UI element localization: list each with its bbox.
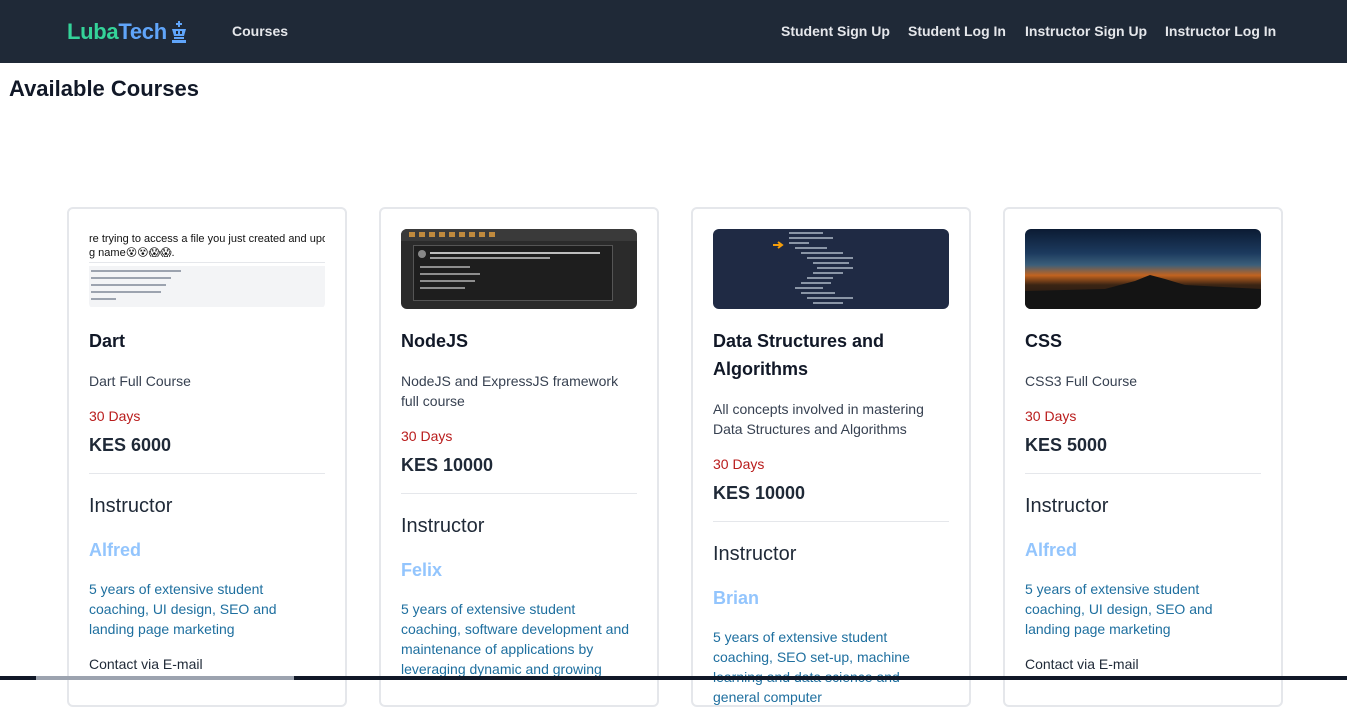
brand-logo[interactable]: Luba Tech (67, 19, 189, 45)
course-thumbnail: re trying to access a file you just crea… (89, 229, 325, 309)
course-price: KES 10000 (401, 455, 494, 475)
instructor-bio: 5 years of extensive student coaching, U… (89, 581, 277, 637)
course-title[interactable]: Dart (89, 327, 325, 355)
course-description: NodeJS and ExpressJS framework full cour… (401, 373, 619, 409)
course-title[interactable]: CSS (1025, 327, 1261, 355)
instructor-name[interactable]: Alfred (89, 540, 141, 561)
divider (1025, 473, 1261, 474)
course-price: KES 6000 (89, 435, 172, 455)
contact-email-link[interactable]: Contact via E-mail (1025, 656, 1139, 672)
instructor-heading: Instructor (713, 543, 797, 565)
nav-courses-link[interactable]: Courses (232, 23, 288, 39)
page-title: Available Courses (9, 76, 199, 101)
course-thumbnail (713, 229, 949, 309)
thumb-text-line2: g name😵😵😱😱. (89, 247, 175, 259)
course-thumbnail (1025, 229, 1261, 309)
nav-instructor-login-link[interactable]: Instructor Log In (1165, 23, 1276, 39)
instructor-bio: 5 years of extensive student coaching, s… (401, 601, 630, 677)
scrollbar-thumb[interactable] (36, 676, 294, 680)
brand-name-part2: Tech (118, 19, 167, 44)
course-card-dsa[interactable]: Data Structures and Algorithms All conce… (691, 207, 971, 707)
instructor-name[interactable]: Felix (401, 560, 442, 581)
course-card-dart[interactable]: re trying to access a file you just crea… (67, 207, 347, 707)
contact-email-link[interactable]: Contact via E-mail (89, 656, 203, 672)
horizontal-scrollbar[interactable] (0, 676, 1347, 680)
instructor-bio: 5 years of extensive student coaching, U… (1025, 581, 1213, 637)
chess-king-icon (171, 21, 186, 43)
course-card-css[interactable]: CSS CSS3 Full Course 30 Days KES 5000 In… (1003, 207, 1283, 707)
mountain-silhouette (1025, 275, 1261, 309)
course-price: KES 5000 (1025, 435, 1108, 455)
course-description: CSS3 Full Course (1025, 373, 1138, 389)
divider (401, 493, 637, 494)
instructor-bio: 5 years of extensive student coaching, S… (713, 629, 910, 705)
course-title[interactable]: NodeJS (401, 327, 637, 355)
course-title[interactable]: Data Structures and Algorithms (713, 327, 949, 383)
course-duration: 30 Days (1025, 408, 1077, 424)
course-duration: 30 Days (401, 428, 453, 444)
course-thumbnail (401, 229, 637, 309)
course-description: Dart Full Course (89, 373, 191, 389)
course-price: KES 10000 (713, 483, 806, 503)
nav-instructor-signup-link[interactable]: Instructor Sign Up (1025, 23, 1147, 39)
instructor-name[interactable]: Alfred (1025, 540, 1077, 561)
instructor-name[interactable]: Brian (713, 588, 759, 609)
top-navbar: Luba Tech Courses Student Sign Up Student… (0, 0, 1347, 63)
code-tree-image (773, 232, 853, 304)
instructor-heading: Instructor (89, 495, 173, 517)
instructor-heading: Instructor (401, 515, 485, 537)
course-duration: 30 Days (713, 456, 765, 472)
course-description: All concepts involved in mastering Data … (713, 401, 924, 437)
course-card-nodejs[interactable]: NodeJS NodeJS and ExpressJS framework fu… (379, 207, 659, 707)
thumb-text-line1: re trying to access a file you just crea… (89, 233, 325, 245)
divider (713, 521, 949, 522)
course-duration: 30 Days (89, 408, 141, 424)
nav-student-login-link[interactable]: Student Log In (908, 23, 1006, 39)
instructor-heading: Instructor (1025, 495, 1109, 517)
brand-name-part1: Luba (67, 19, 119, 44)
divider (89, 473, 325, 474)
nav-student-signup-link[interactable]: Student Sign Up (781, 23, 890, 39)
